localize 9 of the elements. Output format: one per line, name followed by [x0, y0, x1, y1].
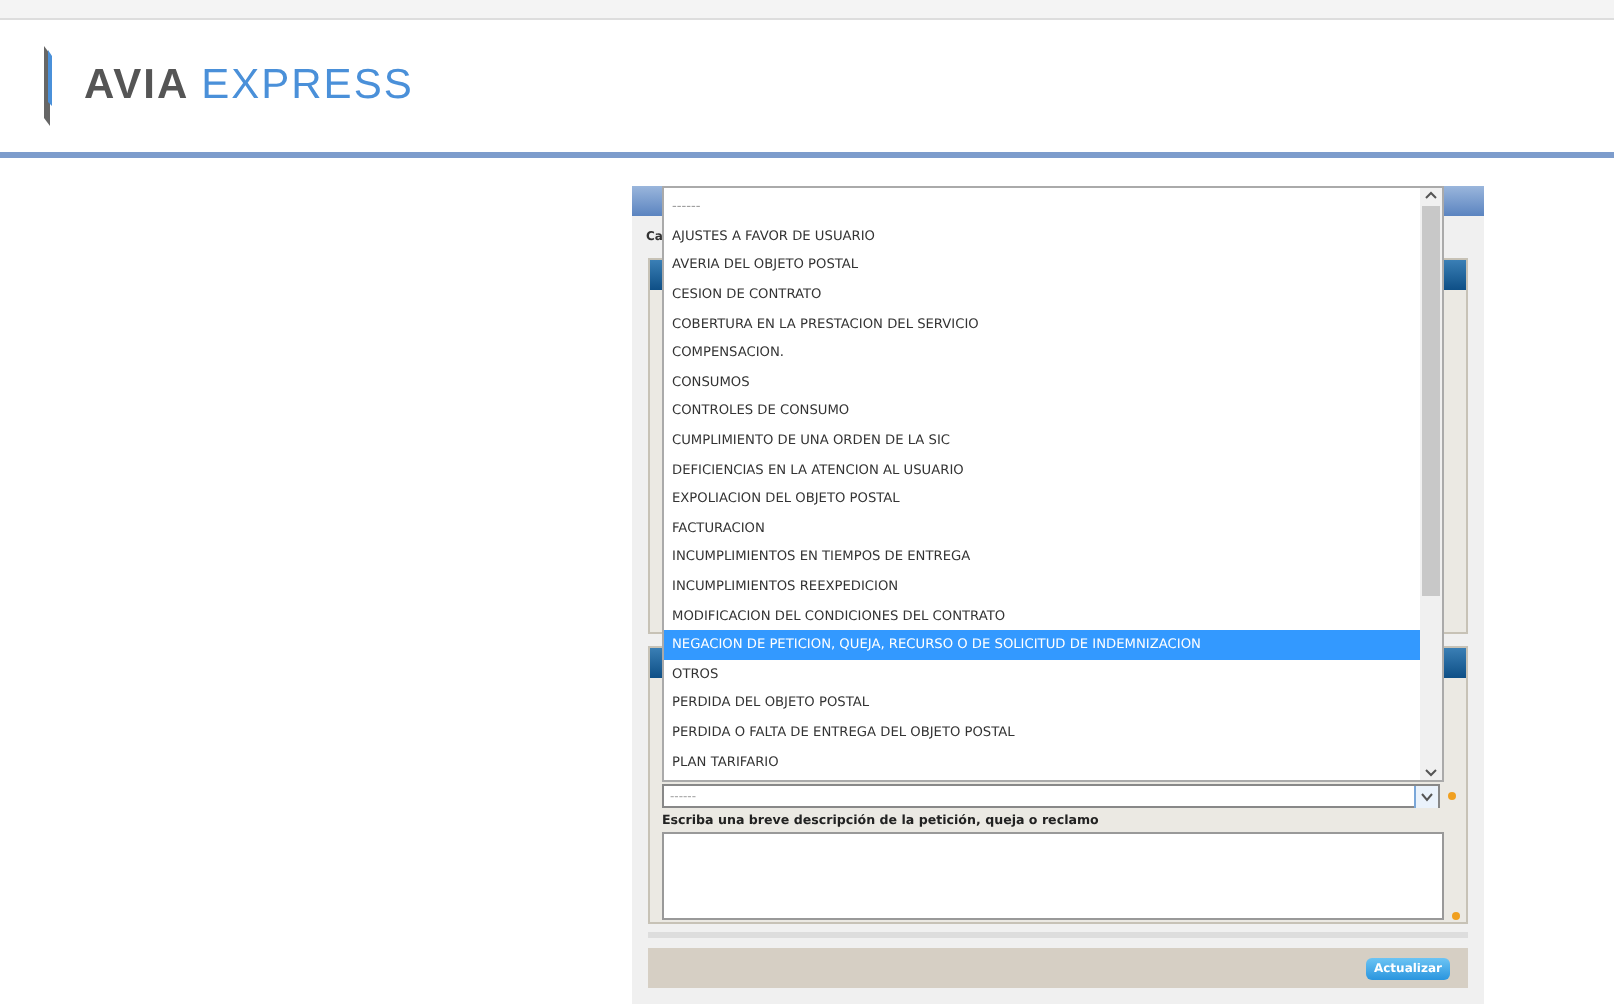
- caret-icon: [1414, 785, 1438, 807]
- scroll-down-icon[interactable]: [1424, 764, 1438, 780]
- brand-name: AVIA EXPRESS: [84, 62, 414, 110]
- scrollbar[interactable]: [1420, 188, 1442, 780]
- logo-icon: [40, 46, 56, 126]
- description-field[interactable]: [662, 832, 1444, 920]
- required-icon: [1448, 792, 1456, 800]
- required-icon: [1452, 912, 1460, 920]
- scroll-up-icon[interactable]: [1424, 188, 1438, 204]
